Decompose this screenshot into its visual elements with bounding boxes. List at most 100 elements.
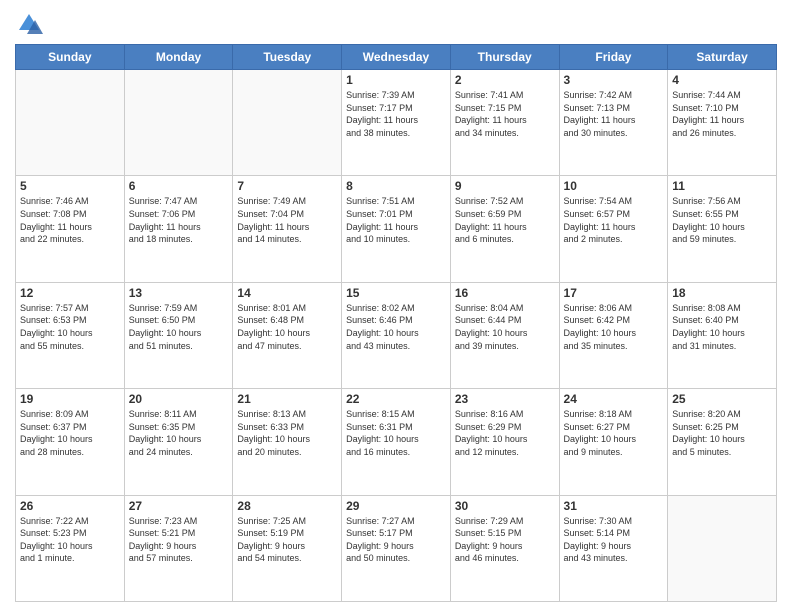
calendar-cell: 6 Sunrise: 7:47 AM Sunset: 7:06 PM Daylig… (124, 176, 233, 282)
calendar-week-1: 1 Sunrise: 7:39 AM Sunset: 7:17 PM Daylig… (16, 70, 777, 176)
calendar-cell: 10 Sunrise: 7:54 AM Sunset: 6:57 PM Dayli… (559, 176, 668, 282)
day-info: Sunrise: 8:11 AM Sunset: 6:35 PM Dayligh… (129, 408, 229, 458)
calendar-cell: 21 Sunrise: 8:13 AM Sunset: 6:33 PM Dayli… (233, 389, 342, 495)
day-info: Sunrise: 7:29 AM Sunset: 5:15 PM Dayligh… (455, 515, 555, 565)
day-info: Sunrise: 7:59 AM Sunset: 6:50 PM Dayligh… (129, 302, 229, 352)
day-number: 6 (129, 179, 229, 193)
day-info: Sunrise: 8:18 AM Sunset: 6:27 PM Dayligh… (564, 408, 664, 458)
day-info: Sunrise: 8:04 AM Sunset: 6:44 PM Dayligh… (455, 302, 555, 352)
day-number: 10 (564, 179, 664, 193)
day-info: Sunrise: 7:39 AM Sunset: 7:17 PM Dayligh… (346, 89, 446, 139)
day-number: 18 (672, 286, 772, 300)
day-info: Sunrise: 8:01 AM Sunset: 6:48 PM Dayligh… (237, 302, 337, 352)
day-number: 3 (564, 73, 664, 87)
day-info: Sunrise: 7:57 AM Sunset: 6:53 PM Dayligh… (20, 302, 120, 352)
calendar-cell: 5 Sunrise: 7:46 AM Sunset: 7:08 PM Daylig… (16, 176, 125, 282)
calendar-cell: 31 Sunrise: 7:30 AM Sunset: 5:14 PM Dayli… (559, 495, 668, 601)
day-info: Sunrise: 7:22 AM Sunset: 5:23 PM Dayligh… (20, 515, 120, 565)
day-info: Sunrise: 8:13 AM Sunset: 6:33 PM Dayligh… (237, 408, 337, 458)
calendar-cell (233, 70, 342, 176)
day-info: Sunrise: 7:56 AM Sunset: 6:55 PM Dayligh… (672, 195, 772, 245)
day-number: 19 (20, 392, 120, 406)
calendar-cell: 1 Sunrise: 7:39 AM Sunset: 7:17 PM Daylig… (342, 70, 451, 176)
calendar-cell: 30 Sunrise: 7:29 AM Sunset: 5:15 PM Dayli… (450, 495, 559, 601)
day-number: 29 (346, 499, 446, 513)
day-info: Sunrise: 7:25 AM Sunset: 5:19 PM Dayligh… (237, 515, 337, 565)
day-info: Sunrise: 7:47 AM Sunset: 7:06 PM Dayligh… (129, 195, 229, 245)
calendar-cell: 12 Sunrise: 7:57 AM Sunset: 6:53 PM Dayli… (16, 282, 125, 388)
calendar-cell: 26 Sunrise: 7:22 AM Sunset: 5:23 PM Dayli… (16, 495, 125, 601)
weekday-header-monday: Monday (124, 45, 233, 70)
day-number: 28 (237, 499, 337, 513)
calendar-cell: 16 Sunrise: 8:04 AM Sunset: 6:44 PM Dayli… (450, 282, 559, 388)
calendar-cell (16, 70, 125, 176)
calendar-cell: 3 Sunrise: 7:42 AM Sunset: 7:13 PM Daylig… (559, 70, 668, 176)
day-number: 24 (564, 392, 664, 406)
day-number: 20 (129, 392, 229, 406)
day-info: Sunrise: 8:15 AM Sunset: 6:31 PM Dayligh… (346, 408, 446, 458)
day-number: 26 (20, 499, 120, 513)
day-number: 16 (455, 286, 555, 300)
day-number: 5 (20, 179, 120, 193)
day-info: Sunrise: 8:16 AM Sunset: 6:29 PM Dayligh… (455, 408, 555, 458)
day-number: 30 (455, 499, 555, 513)
weekday-header-thursday: Thursday (450, 45, 559, 70)
day-info: Sunrise: 8:20 AM Sunset: 6:25 PM Dayligh… (672, 408, 772, 458)
day-info: Sunrise: 7:51 AM Sunset: 7:01 PM Dayligh… (346, 195, 446, 245)
calendar-cell: 20 Sunrise: 8:11 AM Sunset: 6:35 PM Dayli… (124, 389, 233, 495)
day-info: Sunrise: 7:46 AM Sunset: 7:08 PM Dayligh… (20, 195, 120, 245)
day-number: 31 (564, 499, 664, 513)
day-number: 25 (672, 392, 772, 406)
day-info: Sunrise: 7:27 AM Sunset: 5:17 PM Dayligh… (346, 515, 446, 565)
day-number: 7 (237, 179, 337, 193)
calendar-cell: 13 Sunrise: 7:59 AM Sunset: 6:50 PM Dayli… (124, 282, 233, 388)
day-number: 15 (346, 286, 446, 300)
day-number: 11 (672, 179, 772, 193)
day-info: Sunrise: 7:42 AM Sunset: 7:13 PM Dayligh… (564, 89, 664, 139)
calendar-cell (668, 495, 777, 601)
calendar-cell: 7 Sunrise: 7:49 AM Sunset: 7:04 PM Daylig… (233, 176, 342, 282)
day-info: Sunrise: 7:49 AM Sunset: 7:04 PM Dayligh… (237, 195, 337, 245)
day-number: 17 (564, 286, 664, 300)
day-info: Sunrise: 7:23 AM Sunset: 5:21 PM Dayligh… (129, 515, 229, 565)
day-info: Sunrise: 7:41 AM Sunset: 7:15 PM Dayligh… (455, 89, 555, 139)
day-info: Sunrise: 7:52 AM Sunset: 6:59 PM Dayligh… (455, 195, 555, 245)
weekday-header-friday: Friday (559, 45, 668, 70)
calendar-cell: 29 Sunrise: 7:27 AM Sunset: 5:17 PM Dayli… (342, 495, 451, 601)
day-info: Sunrise: 7:30 AM Sunset: 5:14 PM Dayligh… (564, 515, 664, 565)
logo (15, 10, 47, 38)
day-number: 13 (129, 286, 229, 300)
weekday-header-tuesday: Tuesday (233, 45, 342, 70)
calendar-cell: 19Sunrise: 8:09 AM Sunset: 6:37 PM Dayli… (16, 389, 125, 495)
calendar: SundayMondayTuesdayWednesdayThursdayFrid… (15, 44, 777, 602)
day-number: 1 (346, 73, 446, 87)
day-number: 4 (672, 73, 772, 87)
calendar-week-2: 5 Sunrise: 7:46 AM Sunset: 7:08 PM Daylig… (16, 176, 777, 282)
weekday-header-row: SundayMondayTuesdayWednesdayThursdayFrid… (16, 45, 777, 70)
calendar-cell: 28 Sunrise: 7:25 AM Sunset: 5:19 PM Dayli… (233, 495, 342, 601)
weekday-header-wednesday: Wednesday (342, 45, 451, 70)
calendar-cell: 8Sunrise: 7:51 AM Sunset: 7:01 PM Daylig… (342, 176, 451, 282)
weekday-header-sunday: Sunday (16, 45, 125, 70)
calendar-cell: 22 Sunrise: 8:15 AM Sunset: 6:31 PM Dayli… (342, 389, 451, 495)
day-info: Sunrise: 8:06 AM Sunset: 6:42 PM Dayligh… (564, 302, 664, 352)
calendar-cell: 9 Sunrise: 7:52 AM Sunset: 6:59 PM Daylig… (450, 176, 559, 282)
day-info: Sunrise: 7:54 AM Sunset: 6:57 PM Dayligh… (564, 195, 664, 245)
day-number: 12 (20, 286, 120, 300)
day-number: 21 (237, 392, 337, 406)
day-info: Sunrise: 7:44 AM Sunset: 7:10 PM Dayligh… (672, 89, 772, 139)
calendar-week-3: 12 Sunrise: 7:57 AM Sunset: 6:53 PM Dayli… (16, 282, 777, 388)
day-info: Sunrise: 8:02 AM Sunset: 6:46 PM Dayligh… (346, 302, 446, 352)
day-number: 22 (346, 392, 446, 406)
calendar-cell (124, 70, 233, 176)
day-number: 14 (237, 286, 337, 300)
logo-icon (15, 10, 43, 38)
calendar-cell: 24 Sunrise: 8:18 AM Sunset: 6:27 PM Dayli… (559, 389, 668, 495)
header (15, 10, 777, 38)
page: SundayMondayTuesdayWednesdayThursdayFrid… (0, 0, 792, 612)
calendar-cell: 15 Sunrise: 8:02 AM Sunset: 6:46 PM Dayli… (342, 282, 451, 388)
calendar-week-4: 19Sunrise: 8:09 AM Sunset: 6:37 PM Dayli… (16, 389, 777, 495)
calendar-week-5: 26 Sunrise: 7:22 AM Sunset: 5:23 PM Dayli… (16, 495, 777, 601)
calendar-cell: 14 Sunrise: 8:01 AM Sunset: 6:48 PM Dayli… (233, 282, 342, 388)
day-number: 9 (455, 179, 555, 193)
